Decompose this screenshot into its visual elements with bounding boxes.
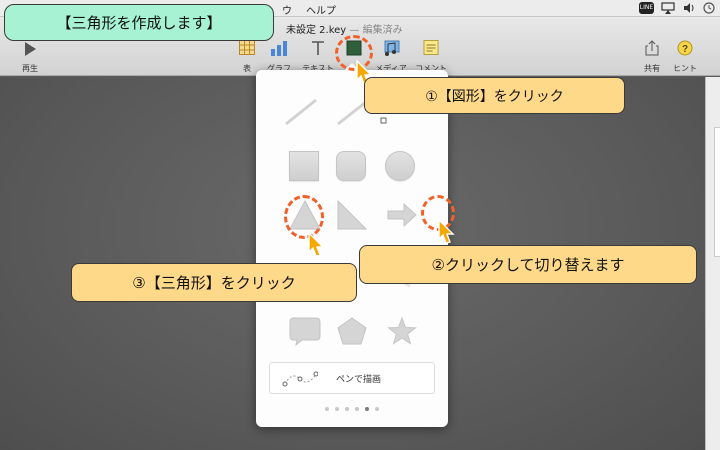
chart-icon [271, 41, 287, 56]
step1-callout: ①【図形】をクリック [364, 77, 625, 114]
document-name: 未設定 2.key [286, 25, 347, 36]
square-shape[interactable] [289, 151, 319, 181]
right-triangle-shape[interactable] [336, 199, 368, 231]
callout-shape[interactable] [288, 316, 322, 346]
media-icon [384, 40, 400, 56]
page-indicator [256, 407, 448, 411]
share-icon [645, 40, 659, 56]
rounded-square-shape[interactable] [336, 151, 366, 181]
inspector-panel [705, 77, 720, 450]
pen-path-icon [282, 371, 318, 387]
time-machine-icon[interactable] [702, 1, 716, 15]
star-shape[interactable] [386, 316, 418, 346]
window-title: 未設定 2.key — 編集済み [286, 21, 403, 36]
text-icon [312, 41, 324, 55]
title-callout: 【三角形を作成します】 [4, 4, 274, 41]
line-shape[interactable] [284, 98, 318, 126]
step3-callout: ③【三角形】をクリック [71, 263, 357, 302]
svg-text:?: ? [682, 44, 688, 55]
help-icon: ? [677, 40, 693, 56]
arrow-shape[interactable] [386, 202, 418, 228]
pentagon-shape[interactable] [336, 316, 368, 346]
menu-item-window[interactable]: ウ [282, 2, 292, 17]
line-app-icon[interactable]: LINE [639, 2, 654, 14]
draw-with-pen-button[interactable]: ペンで描画 [269, 362, 435, 394]
page-dot[interactable] [345, 407, 349, 411]
circle-shape[interactable] [385, 151, 415, 181]
play-label: 再生 [22, 64, 38, 73]
page-dot[interactable] [365, 407, 369, 411]
page-dot[interactable] [335, 407, 339, 411]
menu-item-help[interactable]: ヘルプ [306, 2, 336, 17]
share-label: 共有 [644, 64, 660, 73]
hint-label: ヒント [673, 64, 697, 73]
volume-icon[interactable] [682, 1, 696, 15]
table-icon [239, 40, 255, 55]
play-icon [25, 42, 36, 56]
step2-callout: ②クリックして切り替えます [359, 245, 697, 284]
pointer-cursor-icon [438, 219, 455, 244]
draw-with-pen-label: ペンで描画 [336, 375, 382, 385]
comment-icon [423, 40, 439, 55]
curve-handle-icon[interactable] [380, 117, 388, 125]
page-dot[interactable] [325, 407, 329, 411]
airplay-icon[interactable] [661, 1, 675, 15]
page-dot[interactable] [355, 407, 359, 411]
pointer-cursor-icon [308, 232, 325, 257]
page-dot[interactable] [375, 407, 379, 411]
inspector-card [714, 127, 720, 257]
